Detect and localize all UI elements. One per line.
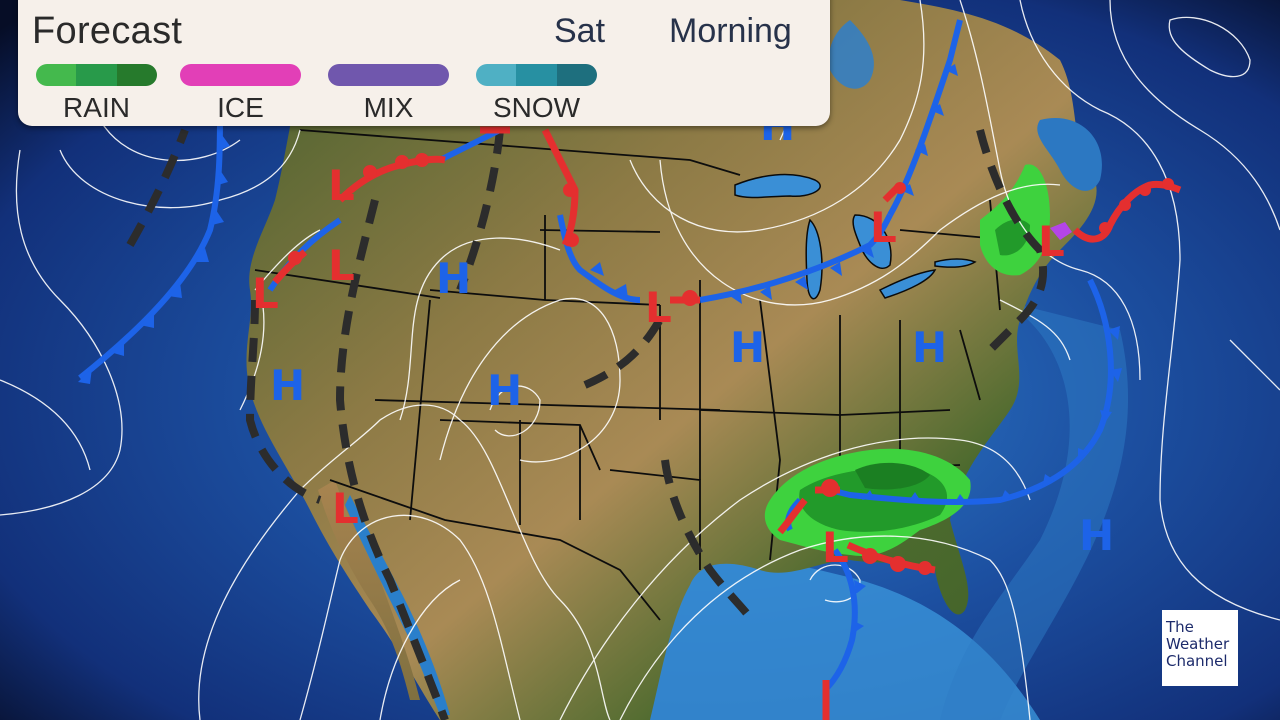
high-pressure-marker: H: [1079, 511, 1114, 560]
ice-color-swatch: [180, 64, 301, 86]
mix-color-swatch: [328, 64, 449, 86]
logo-line-2: Weather: [1166, 635, 1230, 653]
low-pressure-marker: L: [252, 269, 279, 318]
snow-swatch: [476, 64, 597, 86]
rain-label: RAIN: [63, 92, 130, 123]
logo-line-1: The: [1166, 618, 1194, 636]
high-pressure-marker: H: [487, 366, 522, 415]
forecast-legend-panel: Forecast Sat Morning RAIN ICE MIX SNOW: [18, 0, 830, 126]
mix-label: MIX: [363, 92, 414, 123]
high-pressure-marker: H: [270, 361, 305, 410]
ice-label: ICE: [217, 92, 264, 123]
snow-light-swatch: [476, 64, 517, 86]
forecast-time-of-day[interactable]: Morning: [669, 12, 792, 51]
rain-medium-swatch: [76, 64, 117, 86]
logo-line-3: Channel: [1166, 652, 1228, 670]
forecast-day[interactable]: Sat: [554, 12, 605, 51]
low-pressure-marker: L: [328, 161, 355, 210]
low-pressure-marker: L: [1038, 217, 1065, 266]
weather-channel-logo: The Weather Channel: [1162, 610, 1238, 686]
snow-medium-swatch: [516, 64, 557, 86]
rain-swatch: [36, 64, 157, 86]
high-pressure-marker: H: [912, 323, 947, 372]
low-pressure-marker: L: [822, 523, 849, 572]
snow-heavy-swatch: [556, 64, 597, 86]
ice-swatch: [180, 64, 301, 86]
low-pressure-marker: L: [328, 241, 355, 290]
legend-title: Forecast: [32, 10, 183, 52]
high-pressure-marker: H: [730, 323, 765, 372]
snow-label: SNOW: [492, 92, 581, 123]
rain-light-swatch: [36, 64, 77, 86]
high-pressure-marker: H: [436, 254, 471, 303]
rain-heavy-swatch: [116, 64, 157, 86]
mix-swatch: [328, 64, 449, 86]
low-pressure-marker: L: [645, 283, 672, 332]
low-pressure-marker: L: [332, 484, 359, 533]
low-pressure-marker: L: [870, 203, 897, 252]
